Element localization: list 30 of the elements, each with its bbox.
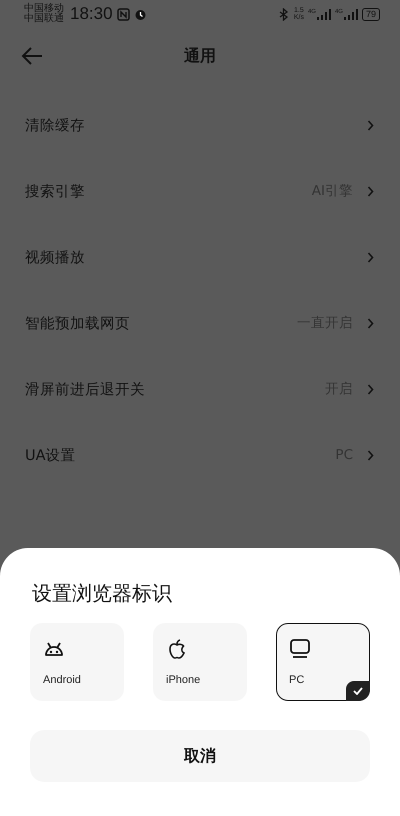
cancel-button[interactable]: 取消 [30, 730, 370, 782]
back-arrow-icon[interactable] [20, 45, 44, 67]
clock-time: 18:30 [70, 4, 113, 24]
chevron-icon [367, 318, 374, 328]
sheet-title: 设置浏览器标识 [32, 580, 173, 607]
carrier-name: 中国移动 [24, 4, 64, 14]
signal-icon [316, 8, 331, 20]
chevron-icon [367, 450, 374, 460]
chevron-icon [367, 120, 374, 130]
browser-option[interactable]: iPhone [153, 623, 247, 701]
chevron-icon [367, 384, 374, 394]
chevron-icon [367, 186, 374, 196]
apple-icon [166, 638, 188, 660]
browser-option[interactable]: PC [276, 623, 370, 701]
monitor-icon [289, 638, 311, 660]
signal-icon [344, 8, 358, 20]
chevron-icon [367, 252, 374, 262]
check-icon [346, 681, 370, 701]
setting-label[interactable]: 智能预加载网页 [25, 314, 297, 332]
setting-label[interactable]: UA设置 [25, 446, 336, 464]
setting-label[interactable]: 视频播放 [25, 248, 367, 266]
page-title: 通用 [184, 46, 216, 66]
carrier-name: 中国联通 [24, 14, 64, 24]
browser-option[interactable]: Android [30, 623, 124, 701]
nfc-icon [116, 8, 130, 20]
setting-label[interactable]: 搜索引擎 [25, 182, 312, 200]
setting-label[interactable]: 滑屏前进后退开关 [25, 380, 325, 398]
alarm-icon [134, 8, 147, 20]
setting-label[interactable]: 清除缓存 [25, 116, 367, 134]
battery-level: 79 [362, 8, 380, 20]
